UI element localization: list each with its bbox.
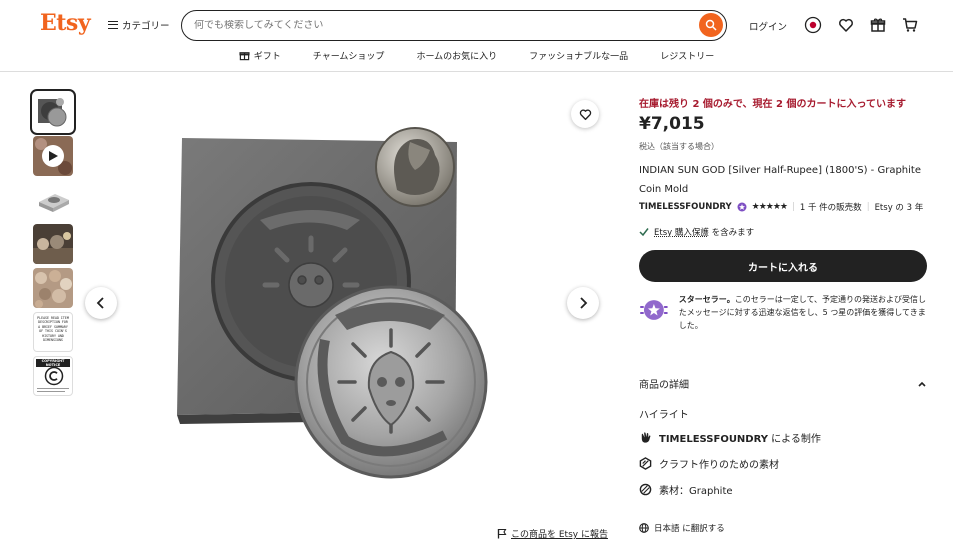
favorite-item-button[interactable] — [571, 100, 599, 128]
header-divider — [0, 71, 953, 72]
craft-supplies-icon — [639, 457, 652, 470]
search-bar[interactable] — [181, 10, 727, 41]
highlight-craft-supply: クラフト作りのための素材 — [639, 456, 779, 471]
currency-button[interactable] — [803, 15, 823, 35]
item-details-toggle[interactable]: 商品の詳細 — [639, 376, 927, 391]
highlight-material: 素材：Graphite — [639, 482, 733, 497]
thumbnail-image — [33, 92, 73, 132]
menu-icon — [108, 21, 118, 29]
play-icon — [49, 151, 58, 161]
copyright-icon — [44, 366, 64, 386]
thumbnail-5[interactable] — [33, 268, 73, 308]
item-details-title: 商品の詳細 — [639, 380, 689, 391]
star-seller-title: スターセラー。 — [678, 295, 735, 304]
thumbnail-6[interactable]: PLEASE READ ITEM DESCRIPTION FOR A BRIEF… — [33, 312, 73, 352]
sub-navigation: ギフト チャームショップ ホームのお気に入り ファッショナブルな一品 レジストリ… — [0, 49, 953, 62]
star-seller-info: スターセラー。このセラーは一定して、予定通りの発送および受信したメッセージに対す… — [639, 293, 929, 332]
subnav-fashion[interactable]: ファッショナブルな一品 — [513, 49, 644, 62]
thumbnail-image — [33, 180, 73, 220]
globe-icon — [639, 523, 649, 533]
protection-link[interactable]: Etsy 購入保護 — [654, 228, 709, 238]
categories-menu[interactable]: カテゴリー — [108, 18, 170, 32]
add-to-cart-button[interactable]: カートに入れる — [639, 250, 927, 282]
highlights-title: ハイライト — [639, 410, 689, 421]
next-image-button[interactable] — [567, 287, 599, 319]
material-icon — [639, 483, 652, 496]
report-label: この商品を Etsy に報告 — [511, 530, 608, 540]
thumbnail-7[interactable]: COPYRIGHT NOTICE — [33, 356, 73, 396]
subnav-label: ギフト — [253, 52, 281, 62]
purchase-protection: Etsy 購入保護 を含みます — [639, 226, 754, 238]
shop-name[interactable]: TIMELESSFOUNDRY — [639, 202, 732, 212]
etsy-logo[interactable]: Etsy — [40, 10, 91, 36]
subnav-registry[interactable]: レジストリー — [644, 49, 730, 62]
shop-tenure: Etsy の 3 年 — [874, 203, 924, 213]
translate-button[interactable]: 日本語 に翻訳する — [639, 522, 725, 534]
gifts-button[interactable] — [868, 15, 888, 35]
heart-icon — [839, 18, 853, 32]
maker-shop-name[interactable]: TIMELESSFOUNDRY — [659, 434, 768, 445]
thumbnail-list: PLEASE READ ITEM DESCRIPTION FOR A BRIEF… — [30, 89, 76, 396]
thumbnail-4[interactable] — [33, 224, 73, 264]
thumbnail-image — [33, 268, 73, 308]
sales-count: 1 千 件の販売数 — [799, 203, 862, 213]
star-seller-badge-icon — [737, 202, 747, 212]
cart-button[interactable] — [900, 15, 920, 35]
translate-label: 日本語 に翻訳する — [654, 524, 725, 534]
highlight-maker: TIMELESSFOUNDRY による制作 — [639, 430, 821, 445]
search-input[interactable] — [194, 20, 674, 31]
thumbnail-image — [33, 224, 73, 264]
chevron-right-icon — [580, 297, 588, 309]
chevron-up-icon — [918, 381, 926, 387]
login-link[interactable]: ログイン — [749, 19, 787, 33]
stock-notice: 在庫は残り 2 個のみで、現在 2 個のカートに入っています — [639, 99, 906, 110]
flag-icon — [804, 16, 822, 34]
search-icon — [705, 19, 717, 31]
maker-suffix: による制作 — [768, 434, 821, 445]
craft-supply-label: クラフト作りのための素材 — [659, 460, 779, 471]
shop-info-row: TIMELESSFOUNDRY ★★★★★ | 1 千 件の販売数 | Etsy… — [639, 202, 924, 213]
material-label: 素材：Graphite — [659, 486, 733, 497]
heart-icon — [579, 109, 591, 120]
chevron-left-icon — [96, 297, 104, 309]
subnav-charm-shop[interactable]: チャームショップ — [297, 49, 401, 62]
main-product-image[interactable] — [85, 90, 605, 520]
subnav-gift[interactable]: ギフト — [223, 49, 297, 62]
report-item-link[interactable]: この商品を Etsy に報告 — [497, 527, 608, 540]
rating-stars[interactable]: ★★★★★ — [752, 202, 788, 212]
thumbnail-3[interactable] — [33, 180, 73, 220]
previous-image-button[interactable] — [85, 287, 117, 319]
gift-icon — [239, 52, 250, 61]
tax-note: 税込（該当する場合） — [639, 142, 719, 151]
categories-label: カテゴリー — [122, 21, 170, 32]
checkmark-icon — [639, 228, 649, 237]
flag-icon — [497, 528, 507, 539]
thumbnail-video[interactable] — [33, 136, 73, 176]
thumbnail-1[interactable] — [30, 89, 76, 135]
protection-suffix: を含みます — [708, 228, 755, 238]
search-button[interactable] — [699, 13, 723, 37]
thumbnail-text: PLEASE READ ITEM DESCRIPTION FOR A BRIEF… — [37, 316, 69, 343]
product-title: INDIAN SUN GOD [Silver Half-Rupee] (1800… — [639, 165, 921, 195]
gift-icon — [870, 18, 886, 32]
subnav-home-favorites[interactable]: ホームのお気に入り — [400, 49, 513, 62]
favorites-button[interactable] — [836, 15, 856, 35]
hand-wave-icon — [641, 432, 651, 443]
cart-icon — [903, 18, 918, 32]
price: ¥7,015 — [639, 114, 705, 134]
star-seller-icon — [639, 300, 668, 320]
